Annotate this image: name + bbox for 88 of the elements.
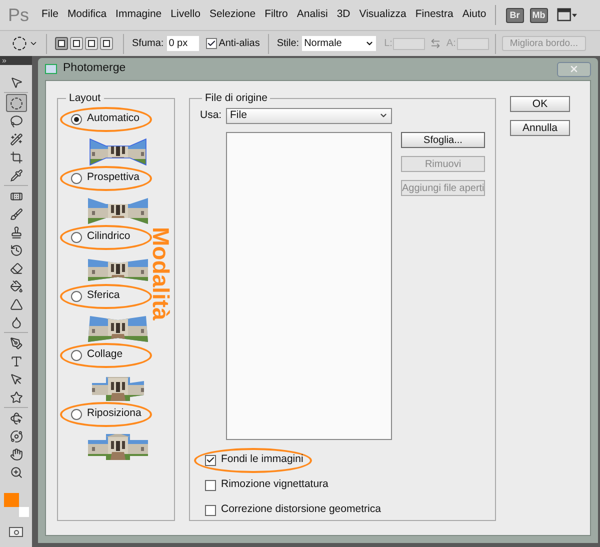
pen-icon bbox=[10, 336, 22, 350]
selection-mode-button[interactable] bbox=[100, 37, 113, 50]
foreground-color-swatch[interactable] bbox=[4, 493, 19, 507]
selection-mode-button[interactable] bbox=[70, 37, 83, 50]
history-icon bbox=[10, 244, 22, 256]
checkbox[interactable] bbox=[205, 454, 216, 466]
checkbox-label: Rimozione vignettatura bbox=[221, 477, 328, 492]
anti-alias-label: Anti-alias bbox=[218, 37, 260, 51]
orbit-icon bbox=[10, 430, 22, 442]
radio-label: Sferica bbox=[87, 288, 120, 304]
menu-item[interactable]: Finestra bbox=[410, 7, 458, 23]
quick-mask-button[interactable] bbox=[9, 527, 23, 537]
radio-label: Cilindrico bbox=[87, 229, 130, 244]
rotate-3d-icon bbox=[10, 412, 22, 424]
group-title: File di origine bbox=[204, 91, 268, 106]
type-icon bbox=[10, 354, 22, 368]
use-dropdown[interactable]: File bbox=[226, 108, 392, 124]
width-label: L: bbox=[384, 37, 392, 51]
menu-item[interactable]: Immagine bbox=[111, 7, 166, 23]
pointer-icon bbox=[10, 372, 22, 386]
menu-item[interactable]: Modifica bbox=[62, 7, 112, 23]
menu-item[interactable]: Aiuto bbox=[458, 7, 491, 23]
lasso-icon bbox=[10, 114, 22, 128]
menu-item[interactable]: File bbox=[37, 7, 63, 23]
radio-button[interactable] bbox=[71, 114, 82, 125]
dialog-button[interactable]: Annulla bbox=[510, 120, 570, 136]
feather-field[interactable]: 0 px bbox=[166, 36, 199, 51]
radio-button[interactable] bbox=[71, 232, 82, 243]
checkbox-label: Correzione distorsione geometrica bbox=[221, 502, 381, 518]
paint-bucket-icon bbox=[10, 280, 22, 292]
height-field[interactable] bbox=[456, 38, 489, 50]
screen-mode-icon[interactable] bbox=[556, 8, 578, 22]
triangle-icon bbox=[10, 298, 22, 310]
crop-icon bbox=[10, 150, 22, 164]
marquee-icon[interactable] bbox=[12, 36, 27, 51]
group-title: Layout bbox=[68, 91, 102, 106]
radio-label: Riposiziona bbox=[87, 406, 142, 422]
collapse-toggle[interactable]: » bbox=[0, 56, 6, 64]
hand-icon bbox=[10, 448, 22, 460]
magic-wand-icon bbox=[10, 132, 22, 146]
radio-button[interactable] bbox=[71, 408, 82, 420]
selection-mode-button[interactable] bbox=[85, 37, 98, 50]
eyedropper-icon bbox=[10, 168, 22, 182]
height-label: A: bbox=[446, 37, 456, 51]
feather-label: Sfuma: bbox=[132, 37, 164, 51]
droplet-icon bbox=[10, 316, 22, 328]
radio-button[interactable] bbox=[71, 172, 82, 184]
use-label: Usa: bbox=[200, 108, 223, 123]
dialog-title: Photomerge bbox=[63, 61, 126, 76]
menu-item[interactable]: Filtro bbox=[260, 7, 292, 23]
menu-item[interactable]: Selezione bbox=[204, 7, 260, 23]
app-launch-button[interactable]: Mb bbox=[530, 8, 548, 22]
tool-button[interactable] bbox=[6, 94, 26, 112]
menu-item[interactable]: Visualizza bbox=[354, 7, 411, 23]
checkbox-label: Fondi le immagini bbox=[221, 452, 304, 468]
caret-icon[interactable] bbox=[29, 39, 38, 48]
checkbox[interactable] bbox=[205, 504, 216, 516]
dialog-button[interactable]: OK bbox=[510, 96, 570, 112]
style-label: Stile: bbox=[276, 37, 300, 51]
radio-button[interactable] bbox=[71, 290, 82, 302]
app-logo: Ps bbox=[8, 6, 30, 24]
close-icon bbox=[569, 64, 579, 74]
stamp-icon bbox=[10, 226, 22, 238]
app-launch-button[interactable]: Br bbox=[506, 8, 524, 22]
anti-alias-checkbox[interactable] bbox=[206, 38, 217, 49]
style-dropdown[interactable]: Normale bbox=[302, 36, 376, 51]
menu-item[interactable]: Analisi bbox=[292, 7, 332, 23]
brush-icon bbox=[10, 208, 22, 220]
zoom-icon bbox=[10, 466, 22, 478]
annotation-label: Modalità bbox=[149, 226, 172, 320]
selection-mode-button[interactable] bbox=[55, 37, 68, 50]
app-icon bbox=[45, 64, 57, 74]
background-color-swatch[interactable] bbox=[19, 507, 29, 517]
radio-button[interactable] bbox=[71, 350, 82, 361]
width-field[interactable] bbox=[393, 38, 426, 50]
radio-label: Prospettiva bbox=[87, 170, 140, 186]
shape-icon bbox=[10, 390, 22, 404]
caret-icon bbox=[365, 39, 374, 48]
eraser-icon bbox=[10, 262, 22, 274]
menu-item[interactable]: 3D bbox=[332, 7, 355, 23]
marquee-icon bbox=[10, 96, 22, 110]
radio-label: Automatico bbox=[87, 111, 140, 126]
close-button[interactable] bbox=[557, 62, 591, 76]
action-button[interactable]: Sfoglia... bbox=[401, 132, 485, 148]
checkbox[interactable] bbox=[205, 480, 216, 491]
move-icon bbox=[10, 76, 22, 88]
menu-item[interactable]: Livello bbox=[166, 7, 205, 23]
radio-label: Collage bbox=[87, 347, 123, 362]
